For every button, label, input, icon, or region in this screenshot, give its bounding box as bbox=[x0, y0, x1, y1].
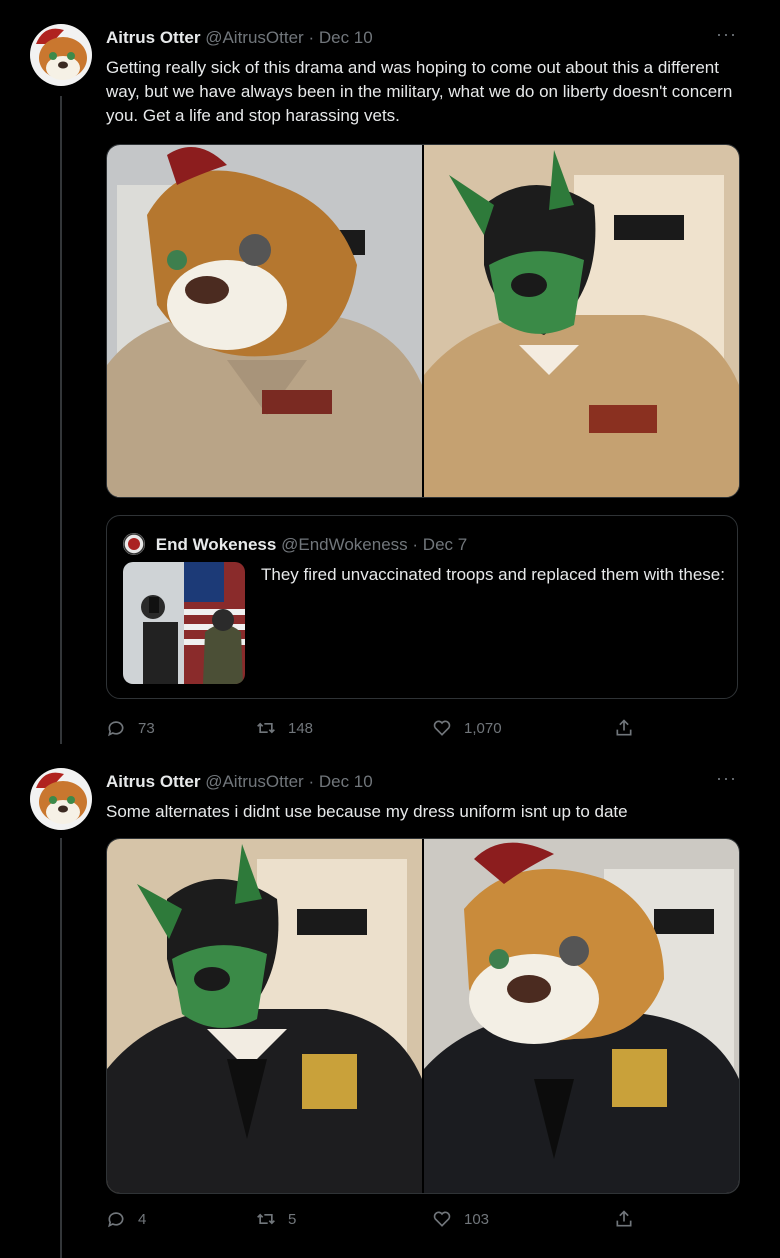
reply-count: 73 bbox=[138, 719, 155, 737]
author-name[interactable]: Aitrus Otter bbox=[106, 28, 200, 47]
tweet[interactable]: Aitrus Otter @AitrusOtter · Dec 10 ··· S… bbox=[0, 768, 780, 1248]
author-name[interactable]: Aitrus Otter bbox=[106, 772, 200, 791]
media-grid[interactable] bbox=[106, 838, 740, 1194]
tweet-header: Aitrus Otter @AitrusOtter · Dec 10 bbox=[106, 28, 373, 48]
author-handle[interactable]: @AitrusOtter bbox=[205, 28, 304, 47]
media-image[interactable] bbox=[424, 839, 739, 1193]
retweet-icon bbox=[257, 722, 275, 734]
tweet-date[interactable]: Dec 10 bbox=[319, 772, 373, 791]
tweet[interactable]: Aitrus Otter @AitrusOtter · Dec 10 ··· G… bbox=[0, 24, 780, 744]
quote-text: They fired unvaccinated troops and repla… bbox=[261, 565, 725, 584]
share-icon bbox=[616, 1210, 632, 1227]
quote-header: End Wokeness @EndWokeness · Dec 7 bbox=[123, 533, 467, 555]
retweet-button[interactable]: 148 bbox=[256, 718, 313, 738]
avatar[interactable] bbox=[30, 768, 92, 830]
quote-media-image[interactable] bbox=[123, 562, 245, 684]
media-image[interactable] bbox=[107, 145, 422, 497]
quoted-tweet[interactable]: End Wokeness @EndWokeness · Dec 7 They f… bbox=[106, 515, 738, 699]
tweet-actions: 73 148 1,070 bbox=[106, 718, 666, 742]
separator: · bbox=[412, 535, 419, 554]
reply-icon bbox=[108, 1212, 124, 1228]
more-icon[interactable]: ··· bbox=[716, 768, 737, 789]
more-icon[interactable]: ··· bbox=[716, 24, 737, 45]
media-image[interactable] bbox=[107, 839, 422, 1193]
author-handle[interactable]: @AitrusOtter bbox=[205, 772, 304, 791]
like-button[interactable]: 103 bbox=[432, 1209, 489, 1229]
share-button[interactable] bbox=[614, 1209, 646, 1229]
share-button[interactable] bbox=[614, 718, 646, 738]
heart-icon bbox=[433, 720, 451, 736]
tweet-date[interactable]: Dec 10 bbox=[319, 28, 373, 47]
separator: · bbox=[308, 28, 315, 47]
reply-icon bbox=[108, 721, 124, 737]
quote-avatar[interactable] bbox=[123, 533, 145, 555]
tweet-text: Some alternates i didnt use because my d… bbox=[106, 802, 628, 821]
retweet-count: 148 bbox=[288, 719, 314, 737]
heart-icon bbox=[433, 1211, 451, 1227]
like-count: 1,070 bbox=[464, 719, 502, 737]
like-button[interactable]: 1,070 bbox=[432, 718, 502, 738]
media-image[interactable] bbox=[424, 145, 739, 497]
like-count: 103 bbox=[464, 1210, 490, 1228]
quote-author-name[interactable]: End Wokeness bbox=[156, 535, 277, 554]
tweet-header: Aitrus Otter @AitrusOtter · Dec 10 bbox=[106, 772, 373, 792]
reply-button[interactable]: 4 bbox=[106, 1209, 146, 1229]
quote-author-handle[interactable]: @EndWokeness bbox=[281, 535, 408, 554]
media-grid[interactable] bbox=[106, 144, 740, 498]
avatar[interactable] bbox=[30, 24, 92, 86]
tweet-text: Getting really sick of this drama and wa… bbox=[106, 58, 733, 125]
share-icon bbox=[616, 719, 632, 736]
tweet-actions: 4 5 103 bbox=[106, 1209, 666, 1233]
reply-count: 4 bbox=[138, 1210, 147, 1228]
quote-date[interactable]: Dec 7 bbox=[423, 535, 467, 554]
separator: · bbox=[308, 772, 315, 791]
retweet-icon bbox=[257, 1213, 275, 1225]
reply-button[interactable]: 73 bbox=[106, 718, 155, 738]
retweet-count: 5 bbox=[288, 1210, 297, 1228]
retweet-button[interactable]: 5 bbox=[256, 1209, 296, 1229]
